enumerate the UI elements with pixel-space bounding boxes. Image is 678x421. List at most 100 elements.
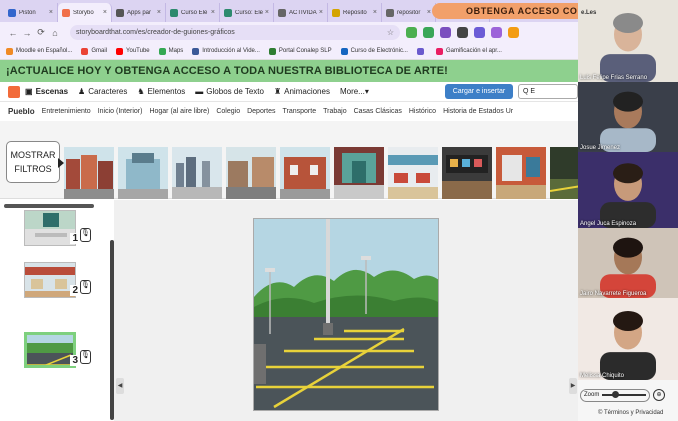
storyboard-cell-thumbnail[interactable]	[24, 210, 76, 246]
bookmark-item[interactable]: Gmail	[81, 47, 107, 55]
category-tab[interactable]: Inicio (Interior)	[98, 108, 143, 115]
bookmark-item[interactable]: Introducción al Vide...	[192, 47, 260, 55]
category-tab[interactable]: Historia de Estados Ur	[443, 108, 513, 115]
scene-thumbnail[interactable]	[496, 147, 546, 199]
browser-tab[interactable]: repositor ×	[382, 3, 436, 22]
extension-icon[interactable]	[457, 27, 468, 38]
extension-icon[interactable]	[491, 27, 502, 38]
scene-thumbnail[interactable]	[172, 147, 222, 199]
participant-video-tile[interactable]: Josue Jimenez	[578, 82, 678, 152]
category-tab[interactable]: Trabajo	[323, 108, 346, 115]
scene-thumbnail[interactable]	[388, 147, 438, 199]
show-filters-button[interactable]: MOSTRAR FILTROS	[6, 141, 64, 183]
category-tab[interactable]: Hogar (al aire libre)	[149, 108, 209, 115]
extension-icon[interactable]	[474, 27, 485, 38]
participant-video-tile[interactable]: Melissa Chiquito	[578, 298, 678, 380]
tab-close-icon[interactable]: ×	[265, 9, 269, 16]
tab-close-icon[interactable]: ×	[157, 9, 161, 16]
tab-title: Reposito	[343, 9, 367, 16]
zoom-fit-icon[interactable]: ⊕	[653, 389, 665, 401]
category-tab[interactable]: Entretenimiento	[42, 108, 91, 115]
microphone-icon[interactable]: 🎙	[80, 280, 91, 294]
cell-number: 1	[70, 233, 80, 244]
category-tab[interactable]: Transporte	[283, 108, 317, 115]
forward-icon[interactable]: →	[20, 28, 34, 38]
more-chevron-icon: ▾	[364, 87, 369, 96]
reload-icon[interactable]: ⟳	[34, 27, 48, 38]
elements-icon: ♞	[137, 87, 145, 96]
scene-thumbnail[interactable]	[118, 147, 168, 199]
home-icon[interactable]: ⌂	[48, 28, 62, 38]
toolbar-tab-more-[interactable]: More... ▾	[340, 87, 372, 96]
storyboard-cell[interactable]: 2 🎙	[24, 262, 91, 298]
browser-tab[interactable]: Piston ×	[4, 3, 58, 22]
category-tab[interactable]: Histórico	[409, 108, 436, 115]
tab-close-icon[interactable]: ×	[319, 9, 323, 16]
browser-tab[interactable]: Storybo ×	[58, 3, 112, 22]
storyboard-cell-thumbnail[interactable]	[24, 332, 76, 368]
category-tab[interactable]: Deportes	[247, 108, 275, 115]
scene-thumbnail[interactable]	[442, 147, 492, 199]
storyboard-cell[interactable]: 3 🎙	[24, 332, 91, 368]
toolbar-tab-caracteres[interactable]: ♟ Caracteres	[78, 87, 127, 96]
bookmarks-bar: Moodle en Español... Gmail YouTube Maps Intr…	[0, 43, 578, 60]
tab-close-icon[interactable]: ×	[427, 9, 431, 16]
toolbar-tab-elementos[interactable]: ♞ Elementos	[137, 87, 185, 96]
tab-close-icon[interactable]: ×	[211, 9, 215, 16]
upload-insert-button[interactable]: Cargar e insertar	[445, 84, 513, 99]
browser-tab[interactable]: Reposito ×	[328, 3, 382, 22]
bookmark-item[interactable]: Curso de Electrónic...	[340, 47, 408, 55]
collapse-right-icon[interactable]: ▶	[569, 378, 577, 394]
url-field[interactable]: storyboardthat.com/es/creador-de-guiones…	[70, 25, 400, 40]
scene-thumbnail[interactable]	[226, 147, 276, 199]
extension-icon[interactable]	[406, 27, 417, 38]
microphone-icon[interactable]: 🎙	[80, 350, 91, 364]
toolbar-tab-escenas[interactable]: ▣ Escenas	[25, 87, 68, 96]
main-scene-canvas[interactable]	[253, 218, 439, 411]
back-icon[interactable]: ←	[6, 28, 20, 38]
bookmark-favicon-icon	[435, 47, 443, 55]
zoom-slider-box[interactable]: Zoom	[580, 388, 650, 402]
browser-tab[interactable]: Curso: Ele ×	[220, 3, 274, 22]
browser-tab[interactable]: Apps par ×	[112, 3, 166, 22]
extension-icon[interactable]	[423, 27, 434, 38]
bookmark-item[interactable]: Maps	[158, 47, 183, 55]
browser-tab[interactable]: ACTIVIDA ×	[274, 3, 328, 22]
tab-close-icon[interactable]: ×	[103, 9, 107, 16]
zoom-knob[interactable]	[612, 391, 620, 398]
tab-close-icon[interactable]: ×	[49, 9, 53, 16]
bookmark-item[interactable]	[416, 47, 427, 55]
participant-video-tile[interactable]: Angel Juca Espinoza	[578, 152, 678, 228]
terms-privacy-link[interactable]: © Términos y Privacidad	[598, 410, 663, 416]
scene-thumbnail[interactable]	[64, 147, 114, 199]
category-tab[interactable]: Pueblo	[8, 107, 35, 116]
bookmark-star-icon[interactable]: ☆	[387, 28, 394, 37]
extension-icon[interactable]	[440, 27, 451, 38]
bookmark-favicon-icon	[81, 47, 89, 55]
storyboard-cell[interactable]: 1 🎙	[24, 210, 91, 246]
bookmark-item[interactable]: Gamificación el apr...	[435, 47, 502, 55]
participant-video-tile[interactable]: Jairo Navarrete Figueroa	[578, 228, 678, 298]
extension-icon[interactable]	[508, 27, 519, 38]
toolbar-tab-globos-de-texto[interactable]: ▬ Globos de Texto	[195, 87, 264, 96]
bookmark-item[interactable]: Moodle en Español...	[6, 47, 72, 55]
browser-tab[interactable]: Curso Ele ×	[166, 3, 220, 22]
collapse-left-icon[interactable]: ◀	[116, 378, 124, 394]
tab-close-icon[interactable]: ×	[373, 9, 377, 16]
horizontal-scrollbar[interactable]	[4, 204, 94, 208]
scene-thumbnail[interactable]	[280, 147, 330, 199]
get-access-button[interactable]: OBTENGA ACCESO CO	[432, 3, 592, 19]
search-input[interactable]: Q E	[518, 84, 578, 99]
category-tab[interactable]: Casas Clásicas	[354, 108, 402, 115]
toolbar-tab-animaciones[interactable]: ♜ Animaciones	[274, 87, 330, 96]
bookmark-label: YouTube	[126, 48, 150, 54]
category-tab[interactable]: Colegio	[216, 108, 240, 115]
zoom-slider[interactable]	[602, 391, 646, 398]
scenes-icon: ▣	[25, 87, 33, 96]
toolbar-tab-label: Globos de Texto	[206, 87, 264, 96]
storyboard-cell-thumbnail[interactable]	[24, 262, 76, 298]
scene-thumbnail[interactable]	[334, 147, 384, 199]
microphone-icon[interactable]: 🎙	[80, 228, 91, 242]
bookmark-item[interactable]: Portal Conalep SLP	[268, 47, 332, 55]
bookmark-item[interactable]: YouTube	[116, 47, 150, 55]
